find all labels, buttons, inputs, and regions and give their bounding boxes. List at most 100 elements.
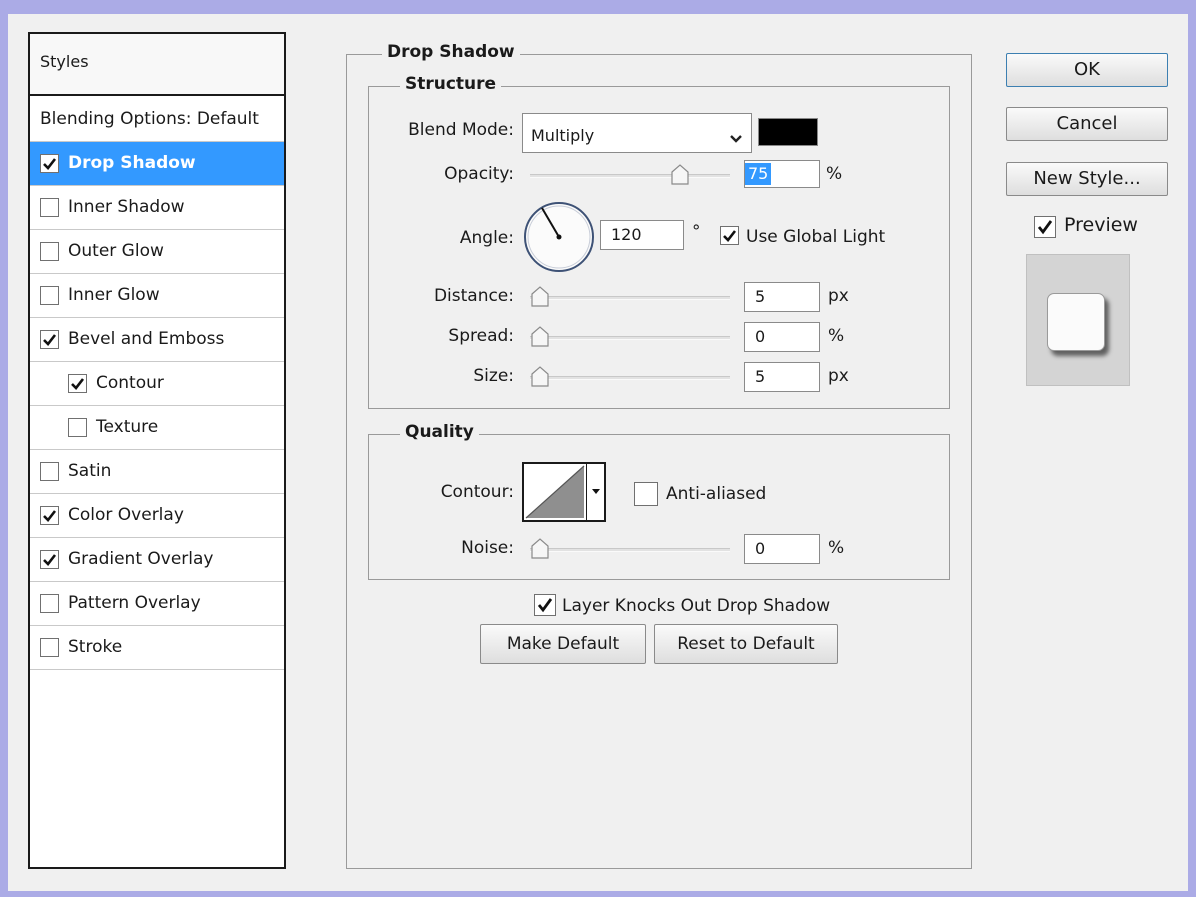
style-item-label: Outer Glow (68, 241, 164, 261)
style-item-color-overlay[interactable]: Color Overlay (30, 494, 284, 538)
layer-knocks-out-label[interactable]: Layer Knocks Out Drop Shadow (562, 596, 830, 616)
quality-group (368, 434, 950, 580)
size-value: 5 (755, 367, 766, 386)
new-style-button[interactable]: New Style... (1006, 162, 1168, 196)
style-item-label: Texture (96, 417, 159, 437)
preview-label[interactable]: Preview (1064, 214, 1138, 236)
spread-slider[interactable] (530, 336, 730, 340)
style-item-checkbox[interactable] (40, 638, 59, 657)
reset-to-default-label: Reset to Default (677, 634, 815, 654)
style-item-label: Pattern Overlay (68, 593, 201, 613)
noise-unit: % (828, 538, 845, 558)
style-item-checkbox[interactable] (68, 374, 87, 393)
style-item-stroke[interactable]: Stroke (30, 626, 284, 670)
style-item-checkbox[interactable] (68, 418, 87, 437)
distance-label: Distance: (433, 286, 514, 306)
distance-slider-thumb[interactable] (530, 286, 550, 312)
style-item-inner-glow[interactable]: Inner Glow (30, 274, 284, 318)
spread-value: 0 (755, 327, 766, 346)
style-preview-thumbnail (1026, 254, 1130, 386)
chevron-down-icon (729, 129, 743, 148)
reset-to-default-button[interactable]: Reset to Default (654, 624, 838, 664)
spread-slider-thumb[interactable] (530, 326, 550, 352)
contour-picker[interactable] (522, 462, 606, 522)
use-global-light-checkbox[interactable] (720, 226, 739, 245)
layer-knocks-out-checkbox[interactable] (534, 594, 556, 616)
contour-dropdown-arrow[interactable] (586, 464, 604, 520)
blend-mode-value: Multiply (531, 126, 595, 145)
style-item-checkbox[interactable] (40, 550, 59, 569)
ok-button[interactable]: OK (1006, 53, 1168, 87)
style-item-label: Blending Options: Default (40, 109, 259, 129)
size-slider-thumb[interactable] (530, 366, 550, 392)
new-style-label: New Style... (1033, 168, 1141, 189)
distance-slider[interactable] (530, 296, 730, 300)
opacity-value: 75 (745, 163, 772, 185)
angle-input[interactable]: 120 (600, 220, 684, 250)
style-item-gradient-overlay[interactable]: Gradient Overlay (30, 538, 284, 582)
style-item-blending-options-default[interactable]: Blending Options: Default (30, 98, 284, 142)
style-item-inner-shadow[interactable]: Inner Shadow (30, 186, 284, 230)
opacity-slider[interactable] (530, 174, 730, 178)
spread-label: Spread: (448, 326, 514, 346)
chevron-down-icon (592, 489, 600, 494)
use-global-light-label[interactable]: Use Global Light (746, 227, 885, 247)
style-item-checkbox[interactable] (40, 594, 59, 613)
quality-title: Quality (400, 422, 479, 442)
style-item-checkbox[interactable] (40, 154, 59, 173)
style-item-checkbox[interactable] (40, 198, 59, 217)
blend-mode-label: Blend Mode: (408, 120, 514, 140)
style-item-label: Contour (96, 373, 164, 393)
angle-unit: ° (692, 222, 701, 242)
noise-slider[interactable] (530, 548, 730, 552)
noise-input[interactable]: 0 (744, 534, 820, 564)
style-item-checkbox[interactable] (40, 286, 59, 305)
size-slider[interactable] (530, 376, 730, 380)
style-item-bevel-and-emboss[interactable]: Bevel and Emboss (30, 318, 284, 362)
style-item-outer-glow[interactable]: Outer Glow (30, 230, 284, 274)
opacity-input[interactable]: 75 (744, 160, 820, 188)
make-default-button[interactable]: Make Default (480, 624, 646, 664)
noise-label: Noise: (461, 538, 514, 558)
style-item-contour[interactable]: Contour (30, 362, 284, 406)
style-item-checkbox[interactable] (40, 462, 59, 481)
size-unit: px (828, 366, 849, 386)
spread-input[interactable]: 0 (744, 322, 820, 352)
style-item-satin[interactable]: Satin (30, 450, 284, 494)
style-item-label: Color Overlay (68, 505, 184, 525)
distance-input[interactable]: 5 (744, 282, 820, 312)
anti-aliased-checkbox[interactable] (634, 482, 658, 506)
angle-value: 120 (611, 225, 642, 244)
style-item-texture[interactable]: Texture (30, 406, 284, 450)
noise-value: 0 (755, 539, 766, 558)
size-label: Size: (473, 366, 514, 386)
style-item-checkbox[interactable] (40, 330, 59, 349)
noise-slider-thumb[interactable] (530, 538, 550, 564)
size-input[interactable]: 5 (744, 362, 820, 392)
shadow-color-swatch[interactable] (758, 118, 818, 146)
contour-curve-icon (525, 465, 585, 519)
structure-title: Structure (400, 74, 502, 94)
style-item-label: Inner Glow (68, 285, 160, 305)
preview-checkbox[interactable] (1034, 216, 1056, 238)
anti-aliased-label[interactable]: Anti-aliased (666, 484, 766, 504)
style-item-checkbox[interactable] (40, 242, 59, 261)
style-item-pattern-overlay[interactable]: Pattern Overlay (30, 582, 284, 626)
style-item-drop-shadow[interactable]: Drop Shadow (30, 142, 284, 186)
opacity-slider-thumb[interactable] (670, 164, 690, 190)
blend-mode-select[interactable]: Multiply (522, 113, 752, 153)
angle-dial[interactable] (522, 200, 596, 278)
styles-header-label: Styles (40, 52, 89, 71)
styles-header[interactable]: Styles (30, 34, 284, 96)
opacity-label: Opacity: (444, 164, 514, 184)
make-default-label: Make Default (506, 634, 620, 654)
angle-label: Angle: (459, 228, 514, 248)
style-item-label: Gradient Overlay (68, 549, 214, 569)
contour-label: Contour: (440, 482, 514, 502)
style-item-label: Drop Shadow (68, 153, 196, 173)
ok-label: OK (1074, 59, 1100, 80)
distance-value: 5 (755, 287, 766, 306)
cancel-button[interactable]: Cancel (1006, 107, 1168, 141)
style-item-checkbox[interactable] (40, 506, 59, 525)
style-item-label: Bevel and Emboss (68, 329, 225, 349)
